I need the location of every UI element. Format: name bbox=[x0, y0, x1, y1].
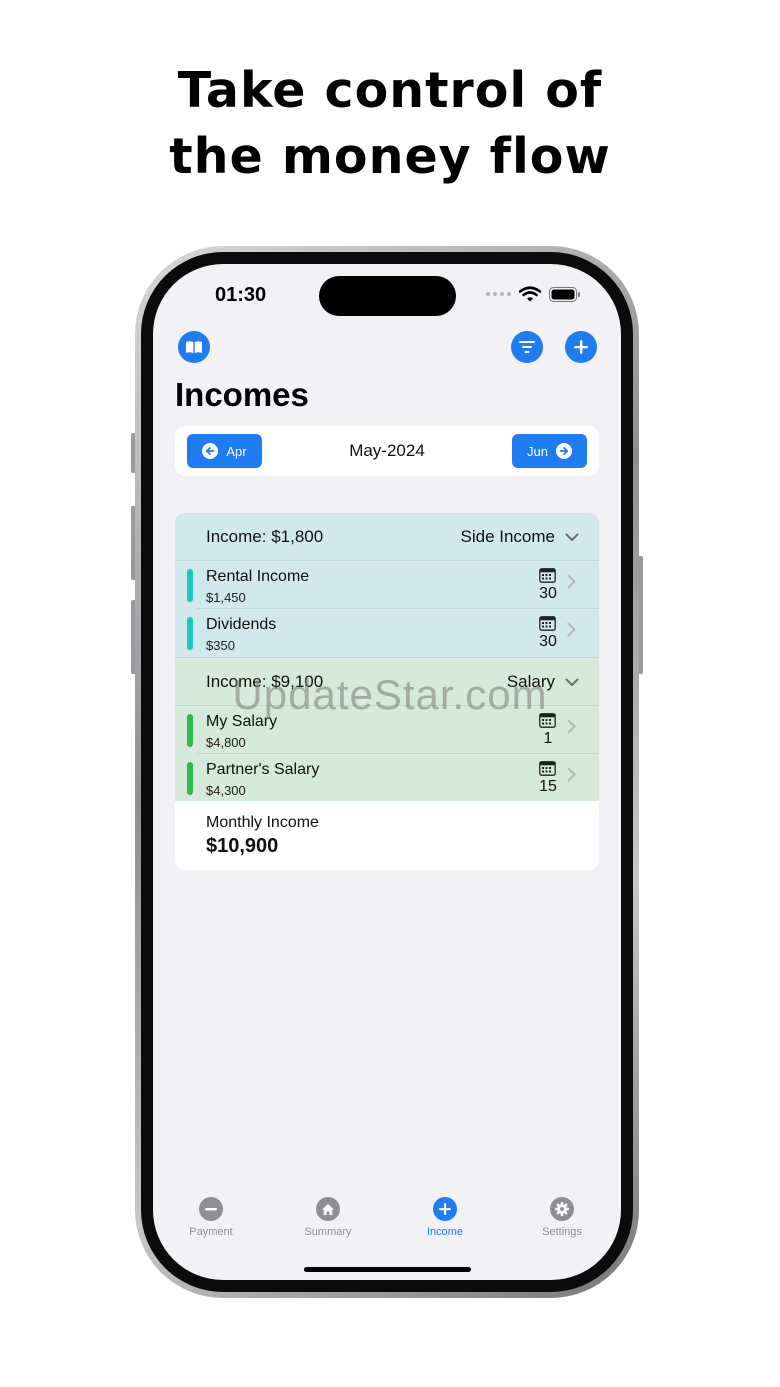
list-item[interactable]: Partner's Salary $4,300 15 bbox=[175, 754, 599, 802]
item-amount: $4,800 bbox=[206, 735, 246, 750]
tab-payment[interactable]: Payment bbox=[161, 1196, 261, 1238]
page-title: Incomes bbox=[175, 376, 309, 413]
item-amount: $350 bbox=[206, 638, 235, 653]
filter-icon bbox=[519, 341, 535, 353]
list-item[interactable]: Rental Income $1,450 30 bbox=[175, 561, 599, 609]
tab-label: Income bbox=[426, 1226, 464, 1238]
item-day: 15 bbox=[539, 778, 557, 795]
month-navigator: Apr May-2024 Jun bbox=[175, 426, 599, 476]
next-month-label: Jun bbox=[527, 443, 548, 459]
chevron-right-icon bbox=[567, 622, 576, 637]
book-icon bbox=[186, 341, 202, 353]
item-day: 1 bbox=[543, 730, 553, 747]
headline: Take control of the money flow bbox=[0, 58, 780, 190]
tab-income[interactable]: Income bbox=[395, 1196, 495, 1238]
dynamic-island bbox=[319, 276, 456, 316]
list-item[interactable]: Dividends $350 30 bbox=[175, 609, 599, 657]
category-color-bar bbox=[187, 762, 193, 795]
tab-label: Payment bbox=[189, 1226, 233, 1238]
wifi-icon bbox=[519, 286, 541, 302]
category-color-bar bbox=[187, 569, 193, 602]
item-amount: $1,450 bbox=[206, 590, 246, 605]
chevron-down-icon bbox=[565, 533, 579, 541]
group-category: Side Income bbox=[461, 527, 580, 547]
income-group-side-income: Income: $1,800 Side Income Rental Income… bbox=[175, 513, 599, 657]
group-header[interactable]: Income: $1,800 Side Income bbox=[175, 513, 599, 561]
cellular-icon bbox=[486, 292, 511, 296]
monthly-income-value: $10,900 bbox=[206, 835, 279, 857]
monthly-income-label: Monthly Income bbox=[206, 814, 319, 831]
minus-icon bbox=[199, 1197, 223, 1221]
next-month-button[interactable]: Jun bbox=[512, 434, 587, 468]
category-color-bar bbox=[187, 617, 193, 650]
house-icon bbox=[316, 1197, 340, 1221]
battery-icon bbox=[549, 286, 580, 302]
status-time: 01:30 bbox=[215, 284, 267, 306]
item-name: Partner's Salary bbox=[206, 761, 320, 778]
group-total: Income: $1,800 bbox=[206, 527, 324, 546]
headline-line-1: Take control of bbox=[177, 62, 603, 119]
item-name: Dividends bbox=[206, 616, 277, 633]
arrow-right-circle-icon bbox=[555, 443, 572, 459]
tab-summary[interactable]: Summary bbox=[278, 1196, 378, 1238]
home-indicator bbox=[304, 1267, 471, 1272]
item-amount: $4,300 bbox=[206, 783, 246, 798]
calendar-icon bbox=[539, 761, 556, 776]
tab-label: Settings bbox=[542, 1226, 582, 1238]
phone-screen: 01:30 Incomes Apr May-2024 Jun Income: $… bbox=[153, 264, 621, 1280]
add-income-button[interactable] bbox=[565, 331, 597, 363]
gear-icon bbox=[550, 1197, 574, 1221]
chevron-right-icon bbox=[567, 767, 576, 782]
item-name: Rental Income bbox=[206, 568, 310, 585]
chevron-right-icon bbox=[567, 719, 576, 734]
status-icons bbox=[486, 286, 581, 302]
tab-bar: Payment Summary Income Settings bbox=[153, 1196, 621, 1256]
filter-button[interactable] bbox=[511, 331, 543, 363]
headline-line-2: the money flow bbox=[169, 128, 611, 185]
item-day: 30 bbox=[539, 633, 557, 650]
plus-icon bbox=[574, 340, 588, 354]
watermark: UpdateStar.com bbox=[232, 671, 548, 718]
book-button[interactable] bbox=[178, 331, 210, 363]
plus-icon bbox=[433, 1197, 457, 1221]
chevron-right-icon bbox=[567, 574, 576, 589]
tab-settings[interactable]: Settings bbox=[512, 1196, 612, 1238]
calendar-icon bbox=[539, 568, 556, 583]
item-day: 30 bbox=[539, 585, 557, 602]
tab-label: Summary bbox=[304, 1226, 352, 1238]
group-category-label: Side Income bbox=[460, 527, 556, 546]
calendar-icon bbox=[539, 616, 556, 631]
